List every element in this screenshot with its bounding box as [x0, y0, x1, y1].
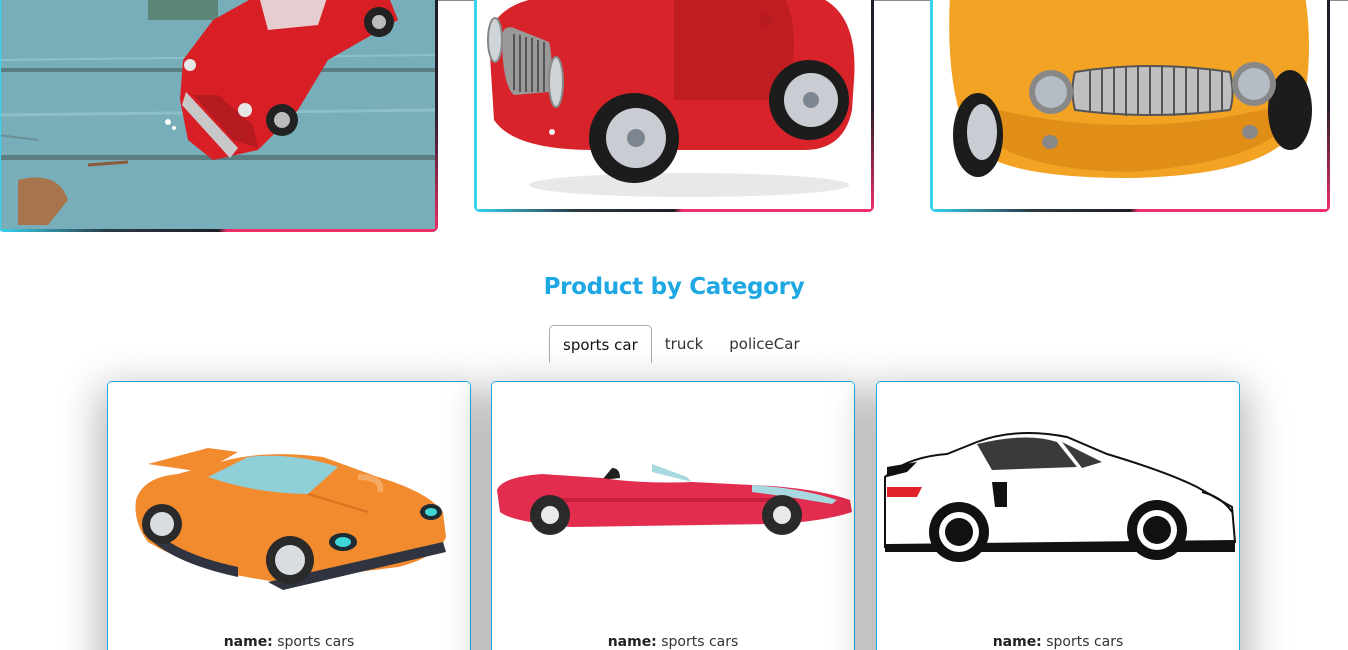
section-title: Product by Category: [543, 274, 805, 300]
category-tabs: sports car truck policeCar: [549, 325, 813, 363]
tab-sports-car[interactable]: sports car: [549, 325, 652, 363]
tab-truck[interactable]: truck: [652, 325, 717, 363]
product-name: name: sports cars: [607, 634, 739, 650]
product-card[interactable]: name: sports cars: [107, 381, 471, 650]
gallery-image-1[interactable]: [0, 0, 438, 232]
product-name: name: sports cars: [223, 634, 355, 650]
white-porsche-image: [877, 382, 1239, 622]
orange-sports-car-image: [108, 382, 470, 622]
product-card[interactable]: name: sports cars: [491, 381, 855, 650]
product-name: name: sports cars: [992, 634, 1124, 650]
gallery-image-3[interactable]: [930, 0, 1330, 212]
red-convertible-image: [492, 382, 854, 622]
orange-cartoon-car-image: [930, 0, 1330, 212]
red-cartoon-car-image: [474, 0, 874, 212]
tab-police-car[interactable]: policeCar: [716, 325, 812, 363]
vintage-red-car-image: [0, 0, 438, 232]
gallery-image-2[interactable]: [474, 0, 874, 212]
product-card[interactable]: name: sports cars: [876, 381, 1240, 650]
